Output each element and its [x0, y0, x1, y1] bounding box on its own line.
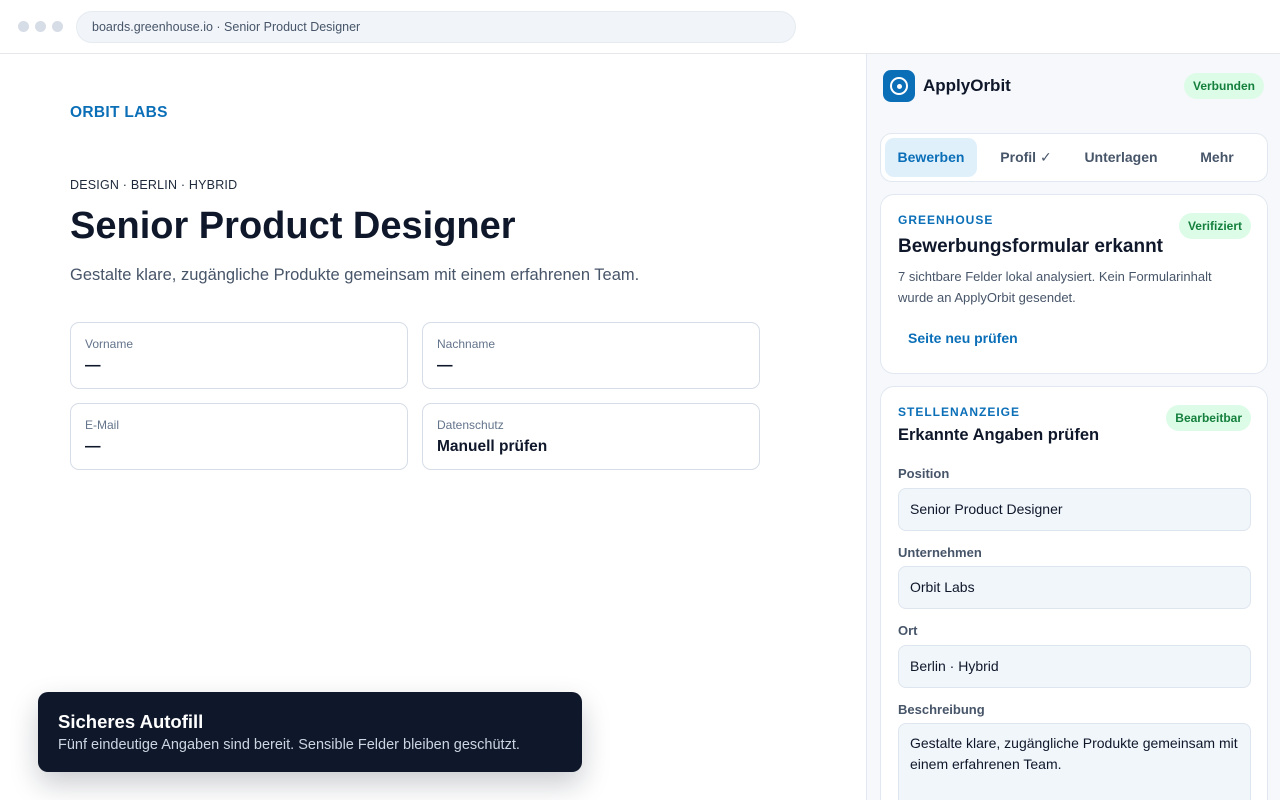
field-label: Vorname — [85, 337, 134, 351]
job-title: Senior Product Designer — [70, 205, 516, 247]
autofill-toast: Sicheres Autofill Fünf eindeutige Angabe… — [38, 692, 582, 772]
orbit-icon — [883, 70, 915, 102]
toast-message: Fünf eindeutige Angaben sind bereit. Sen… — [58, 737, 520, 753]
window-minimize-button[interactable] — [35, 21, 46, 32]
tab-unterlagen[interactable]: Unterlagen — [1075, 138, 1167, 177]
recheck-page-button[interactable]: Seite neu prüfen — [908, 330, 1018, 346]
window-zoom-button[interactable] — [52, 21, 63, 32]
company-label: Unternehmen — [898, 545, 982, 560]
location-input[interactable]: Berlin · Hybrid — [898, 645, 1251, 688]
editable-badge: Bearbeitbar — [1166, 405, 1251, 431]
window-close-button[interactable] — [18, 21, 29, 32]
app-name: ApplyOrbit — [923, 76, 1011, 95]
source-eyebrow: GREENHOUSE — [898, 213, 994, 227]
description-textarea[interactable]: Gestalte klare, zugängliche Produkte gem… — [898, 723, 1251, 800]
job-details-card: STELLENANZEIGE Bearbeitbar Erkannte Anga… — [880, 386, 1268, 800]
field-value: — — [85, 357, 101, 374]
job-meta: DESIGN · BERLIN · HYBRID — [70, 178, 238, 192]
position-input[interactable]: Senior Product Designer — [898, 488, 1251, 531]
connection-status-badge: Verbunden — [1183, 73, 1264, 99]
field-value: — — [85, 438, 101, 455]
tab-mehr[interactable]: Mehr — [1171, 138, 1263, 177]
job-page: ORBIT LABS DESIGN · BERLIN · HYBRID Seni… — [0, 54, 866, 800]
address-bar[interactable]: boards.greenhouse.io · Senior Product De… — [76, 11, 796, 43]
panel-tabs: Bewerben Profil ✓ Unterlagen Mehr — [880, 133, 1268, 182]
description-label: Beschreibung — [898, 702, 985, 717]
field-value: Manuell prüfen — [437, 438, 548, 455]
job-subtitle: Gestalte klare, zugängliche Produkte gem… — [70, 266, 640, 284]
browser-toolbar: boards.greenhouse.io · Senior Product De… — [0, 0, 1280, 54]
field-label: E-Mail — [85, 418, 120, 432]
position-label: Position — [898, 466, 950, 481]
applyorbit-side-panel: ApplyOrbit Verbunden Bewerben Profil ✓ U… — [866, 54, 1280, 800]
field-label: Nachname — [437, 337, 496, 351]
field-value: — — [437, 357, 453, 374]
verified-badge: Verifiziert — [1178, 213, 1251, 239]
field-label: Datenschutz — [437, 418, 504, 432]
toast-title: Sicheres Autofill — [58, 711, 204, 732]
job-details-title: Erkannte Angaben prüfen — [898, 426, 1100, 444]
detection-description: 7 sichtbare Felder lokal analysiert. Kei… — [898, 269, 1212, 305]
tab-profil[interactable]: Profil ✓ — [980, 138, 1072, 177]
first-name-field[interactable]: Vorname — — [70, 322, 408, 389]
section-eyebrow: STELLENANZEIGE — [898, 405, 1021, 419]
privacy-field[interactable]: Datenschutz Manuell prüfen — [422, 403, 760, 470]
last-name-field[interactable]: Nachname — — [422, 322, 760, 389]
detection-card: GREENHOUSE Verifiziert Bewerbungsformula… — [880, 194, 1268, 374]
detection-title: Bewerbungsformular erkannt — [898, 236, 1163, 257]
location-label: Ort — [898, 623, 918, 638]
email-field[interactable]: E-Mail — — [70, 403, 408, 470]
tab-bewerben[interactable]: Bewerben — [885, 138, 977, 177]
company-logo-text[interactable]: ORBIT LABS — [70, 104, 168, 122]
company-input[interactable]: Orbit Labs — [898, 566, 1251, 609]
